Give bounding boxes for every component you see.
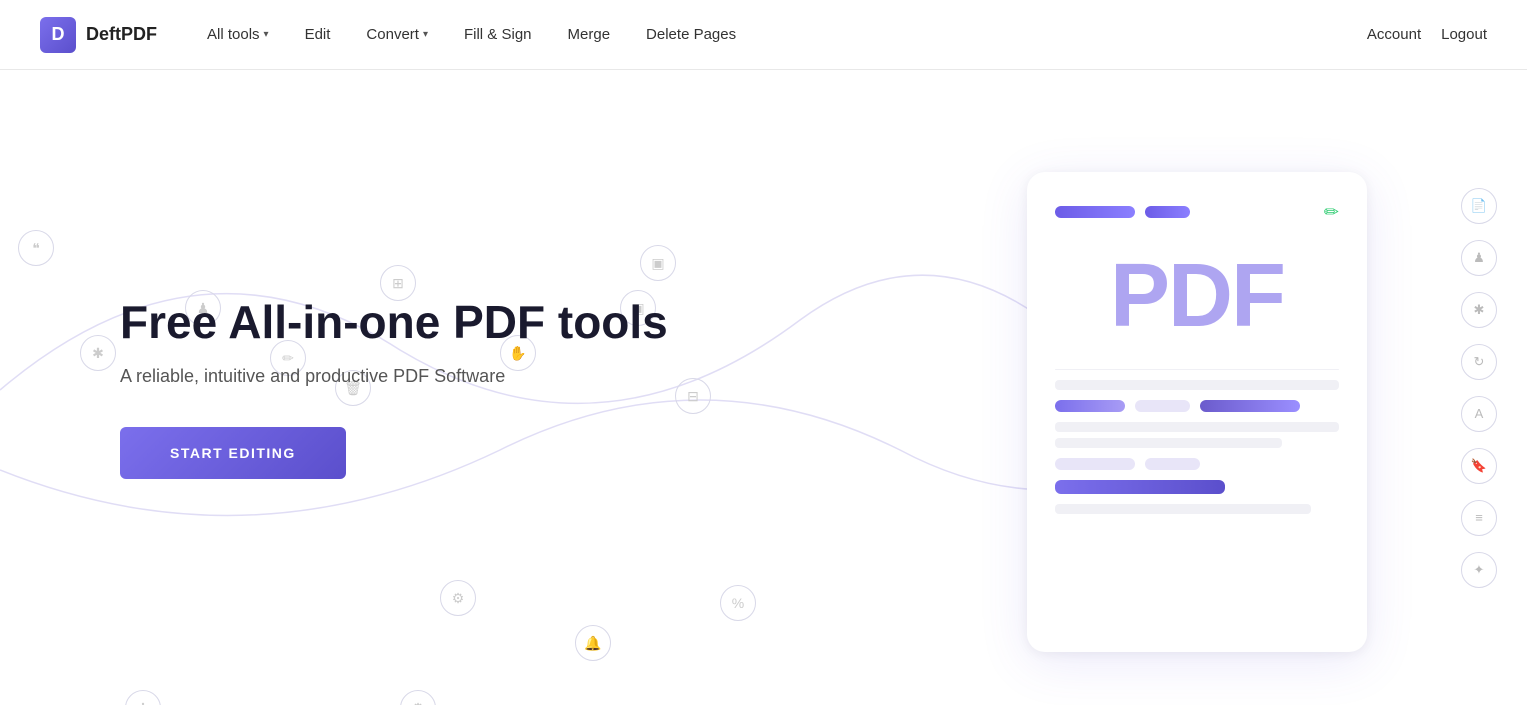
right-icon-rotate: ↻ <box>1461 344 1497 380</box>
logo-icon: D <box>40 17 76 53</box>
card-top-bar: ✏ <box>1055 202 1339 223</box>
right-icon-person: ♟ <box>1461 240 1497 276</box>
card-line-3 <box>1055 438 1282 448</box>
nav-all-tools[interactable]: All tools ▾ <box>207 26 269 43</box>
right-icon-doc: 📄 <box>1461 188 1497 224</box>
card-line-2 <box>1055 422 1339 432</box>
right-icons-column: 📄 ♟ ✱ ↻ A 🔖 ≡ ✦ <box>1461 188 1497 588</box>
card-pencil-icon: ✏ <box>1324 202 1339 223</box>
right-icon-bar: ≡ <box>1461 500 1497 536</box>
logo-link[interactable]: D DeftPDF <box>40 17 157 53</box>
card-pill-light1 <box>1135 400 1190 412</box>
nav-merge[interactable]: Merge <box>568 26 611 43</box>
right-icon-text: A <box>1461 396 1497 432</box>
card-pill-light3 <box>1145 458 1200 470</box>
card-row-2 <box>1055 458 1339 470</box>
nav-edit[interactable]: Edit <box>305 26 331 43</box>
card-line-4 <box>1055 504 1311 514</box>
right-icon-star: ✦ <box>1461 552 1497 588</box>
hero-content: Free All-in-one PDF tools A reliable, in… <box>120 296 668 480</box>
right-icon-bookmark: 🔖 <box>1461 448 1497 484</box>
right-icon-puzzle: ✱ <box>1461 292 1497 328</box>
hero-section: ❝ ♟ ⊞ ▣ ▣ ✱ 🗑 ✋ ⊟ ⚙ 🔔 % ♟ ⚙ ✏ Free All-i… <box>0 70 1527 705</box>
card-row-3 <box>1055 480 1339 494</box>
chevron-down-icon: ▾ <box>264 29 269 40</box>
logo-name: DeftPDF <box>86 24 157 45</box>
hero-title: Free All-in-one PDF tools <box>120 296 668 349</box>
card-bar-small <box>1145 206 1190 218</box>
header-right: Account Logout <box>1367 26 1487 43</box>
card-pill-light2 <box>1055 458 1135 470</box>
card-pdf-label: PDF <box>1055 251 1339 341</box>
card-row-1 <box>1055 400 1339 412</box>
header: D DeftPDF All tools ▾ Edit Convert ▾ Fil… <box>0 0 1527 70</box>
card-line-1 <box>1055 380 1339 390</box>
card-bar-blue <box>1055 206 1135 218</box>
start-editing-button[interactable]: START EDITING <box>120 427 346 479</box>
nav-delete-pages[interactable]: Delete Pages <box>646 26 736 43</box>
card-pill-grad2 <box>1200 400 1300 412</box>
account-link[interactable]: Account <box>1367 26 1421 43</box>
chevron-down-icon: ▾ <box>423 29 428 40</box>
logout-link[interactable]: Logout <box>1441 26 1487 43</box>
main-nav: All tools ▾ Edit Convert ▾ Fill & Sign M… <box>207 26 1367 43</box>
nav-fill-sign[interactable]: Fill & Sign <box>464 26 532 43</box>
card-pill-long <box>1055 480 1225 494</box>
nav-convert[interactable]: Convert ▾ <box>366 26 428 43</box>
hero-card: ✏ PDF <box>1027 172 1367 652</box>
hero-subtitle: A reliable, intuitive and productive PDF… <box>120 366 668 387</box>
card-divider-1 <box>1055 369 1339 371</box>
card-pill-grad1 <box>1055 400 1125 412</box>
